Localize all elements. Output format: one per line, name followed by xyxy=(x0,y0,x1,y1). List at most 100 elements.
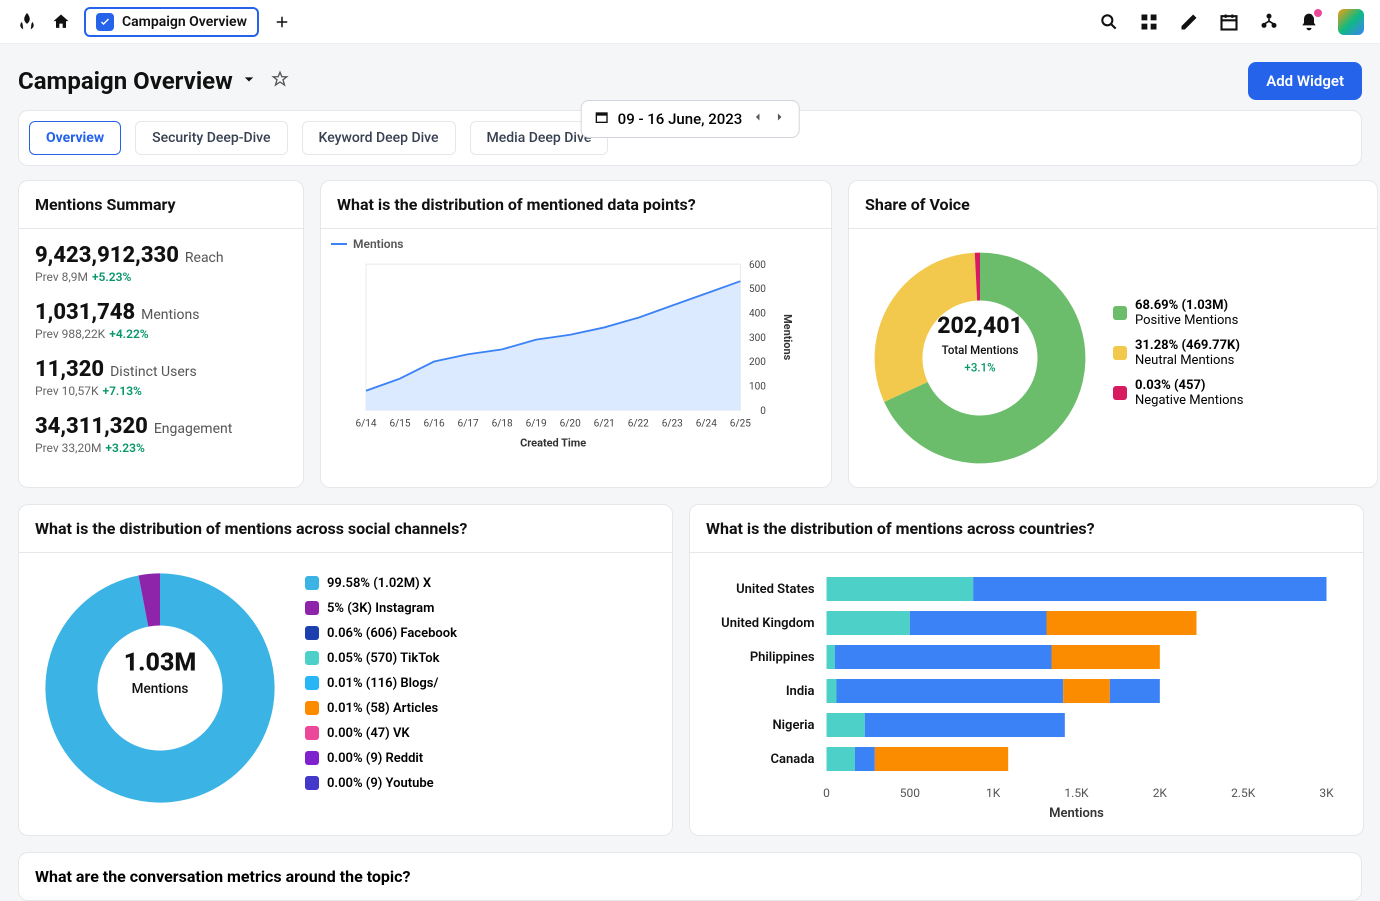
row-2: What is the distribution of mentions acr… xyxy=(0,488,1380,852)
svg-text:0: 0 xyxy=(823,786,830,800)
card-countries: What is the distribution of mentions acr… xyxy=(689,504,1364,836)
chevron-down-icon[interactable] xyxy=(239,67,259,95)
svg-text:United States: United States xyxy=(736,582,815,597)
app-logo-icon xyxy=(16,11,38,33)
tab-overview[interactable]: Overview xyxy=(29,121,121,155)
chart-legend-label: Mentions xyxy=(353,237,403,251)
svg-text:300: 300 xyxy=(749,333,766,344)
legend-item: 5% (3K) Instagram xyxy=(305,601,457,616)
svg-text:Mentions: Mentions xyxy=(1049,806,1104,817)
card-share-of-voice: Share of Voice 202,401 Total Mentions +3.1… xyxy=(848,180,1378,488)
metric-distinct-users: 11,320Distinct Users Prev 10,57K+7.13% xyxy=(35,357,287,398)
active-tab-chip[interactable]: Campaign Overview xyxy=(84,7,259,37)
legend-item: 0.00% (9) Reddit xyxy=(305,751,457,766)
row-1: Mentions Summary 9,423,912,330Reach Prev… xyxy=(0,180,1380,488)
legend-item: 0.01% (116) Blogs/ xyxy=(305,676,457,691)
date-range-text: 09 - 16 June, 2023 xyxy=(618,110,743,128)
svg-text:United Kingdom: United Kingdom xyxy=(721,616,814,631)
svg-text:3K: 3K xyxy=(1319,786,1334,800)
prev-date-icon[interactable] xyxy=(750,110,764,128)
svg-text:1K: 1K xyxy=(986,786,1001,800)
svg-text:Nigeria: Nigeria xyxy=(772,718,814,733)
tab-keyword-deep-dive[interactable]: Keyword Deep Dive xyxy=(302,121,456,155)
svg-text:1.03M: 1.03M xyxy=(124,648,197,677)
legend-item: 68.69% (1.03M)Positive Mentions xyxy=(1113,298,1243,328)
calendar-icon[interactable] xyxy=(1218,11,1240,33)
svg-text:6/19: 6/19 xyxy=(526,419,547,430)
avatar[interactable] xyxy=(1338,9,1364,35)
svg-text:202,401: 202,401 xyxy=(937,312,1023,339)
svg-text:2K: 2K xyxy=(1153,786,1168,800)
svg-text:6/25: 6/25 xyxy=(730,419,751,430)
channels-legend: 99.58% (1.02M) X5% (3K) Instagram0.06% (… xyxy=(305,576,457,801)
svg-text:Total Mentions: Total Mentions xyxy=(942,343,1019,357)
card-title: What is the distribution of mentioned da… xyxy=(321,181,831,229)
svg-text:1.5K: 1.5K xyxy=(1064,786,1089,800)
tree-icon[interactable] xyxy=(1258,11,1280,33)
legend-item: 0.00% (47) VK xyxy=(305,726,457,741)
home-icon[interactable] xyxy=(50,11,72,33)
svg-text:Mentions: Mentions xyxy=(781,314,794,361)
svg-text:Canada: Canada xyxy=(770,752,814,767)
topbar: Campaign Overview xyxy=(0,0,1380,44)
compose-icon[interactable] xyxy=(1178,11,1200,33)
card-conversation-metrics: What are the conversation metrics around… xyxy=(18,852,1362,901)
tab-chip-icon xyxy=(96,13,114,31)
add-widget-button[interactable]: Add Widget xyxy=(1248,62,1362,100)
page-title-text: Campaign Overview xyxy=(18,67,233,95)
page-title: Campaign Overview xyxy=(18,67,259,95)
legend-item: 0.01% (58) Articles xyxy=(305,701,457,716)
donut-share-of-voice: 202,401 Total Mentions +3.1% xyxy=(865,243,1095,473)
sov-legend: 68.69% (1.03M)Positive Mentions 31.28% (… xyxy=(1113,298,1243,418)
svg-text:200: 200 xyxy=(749,357,766,368)
next-date-icon[interactable] xyxy=(772,110,786,128)
page-header: Campaign Overview 09 - 16 June, 2023 Add… xyxy=(0,44,1380,110)
legend-item: 0.00% (9) Youtube xyxy=(305,776,457,791)
svg-text:400: 400 xyxy=(749,308,766,319)
area-chart: 01002003004005006006/146/156/166/176/186… xyxy=(331,255,821,465)
svg-text:6/22: 6/22 xyxy=(628,419,649,430)
apps-grid-icon[interactable] xyxy=(1138,11,1160,33)
svg-text:500: 500 xyxy=(749,284,766,295)
card-body: 202,401 Total Mentions +3.1% 68.69% (1.03M… xyxy=(849,229,1377,487)
svg-text:India: India xyxy=(786,684,815,699)
svg-text:500: 500 xyxy=(900,786,920,800)
legend-item: 99.58% (1.02M) X xyxy=(305,576,457,591)
add-tab-icon[interactable] xyxy=(271,11,293,33)
svg-text:Philippines: Philippines xyxy=(750,650,815,665)
topbar-right xyxy=(1098,9,1364,35)
svg-text:6/14: 6/14 xyxy=(355,419,376,430)
svg-text:6/21: 6/21 xyxy=(594,419,615,430)
svg-text:+3.1%: +3.1% xyxy=(964,360,995,374)
card-body: Mentions 01002003004005006006/146/156/16… xyxy=(321,229,831,477)
card-title: What is the distribution of mentions acr… xyxy=(19,505,672,552)
notification-badge xyxy=(1312,7,1324,19)
card-title: What are the conversation metrics around… xyxy=(35,867,410,886)
svg-text:6/17: 6/17 xyxy=(458,419,479,430)
svg-text:Mentions: Mentions xyxy=(132,681,189,697)
card-title: Share of Voice xyxy=(849,181,1377,229)
legend-item: 0.05% (570) TikTok xyxy=(305,651,457,666)
legend-item: 31.28% (469.77K)Neutral Mentions xyxy=(1113,338,1243,368)
calendar-small-icon xyxy=(594,109,610,129)
search-icon[interactable] xyxy=(1098,11,1120,33)
svg-text:2.5K: 2.5K xyxy=(1231,786,1256,800)
card-mentions-summary: Mentions Summary 9,423,912,330Reach Prev… xyxy=(18,180,304,488)
star-icon[interactable] xyxy=(271,70,289,92)
card-title: Mentions Summary xyxy=(19,181,303,229)
card-body: United States United Kingdom Philippines In… xyxy=(690,552,1363,835)
tab-security-deep-dive[interactable]: Security Deep-Dive xyxy=(135,121,287,155)
svg-text:6/23: 6/23 xyxy=(662,419,683,430)
svg-text:6/20: 6/20 xyxy=(560,419,581,430)
tab-chip-label: Campaign Overview xyxy=(122,14,247,30)
notifications-icon[interactable] xyxy=(1298,11,1320,33)
card-distribution: What is the distribution of mentioned da… xyxy=(320,180,832,488)
bar-chart-countries: United States United Kingdom Philippines In… xyxy=(706,567,1347,817)
card-title: What is the distribution of mentions acr… xyxy=(690,505,1363,552)
metric-reach: 9,423,912,330Reach Prev 8,9M+5.23% xyxy=(35,243,287,284)
donut-channels: 1.03M Mentions xyxy=(35,563,285,813)
svg-text:100: 100 xyxy=(749,382,766,393)
date-range-picker[interactable]: 09 - 16 June, 2023 xyxy=(581,100,800,138)
svg-text:6/18: 6/18 xyxy=(492,419,513,430)
card-body: 9,423,912,330Reach Prev 8,9M+5.23% 1,031… xyxy=(19,229,303,473)
